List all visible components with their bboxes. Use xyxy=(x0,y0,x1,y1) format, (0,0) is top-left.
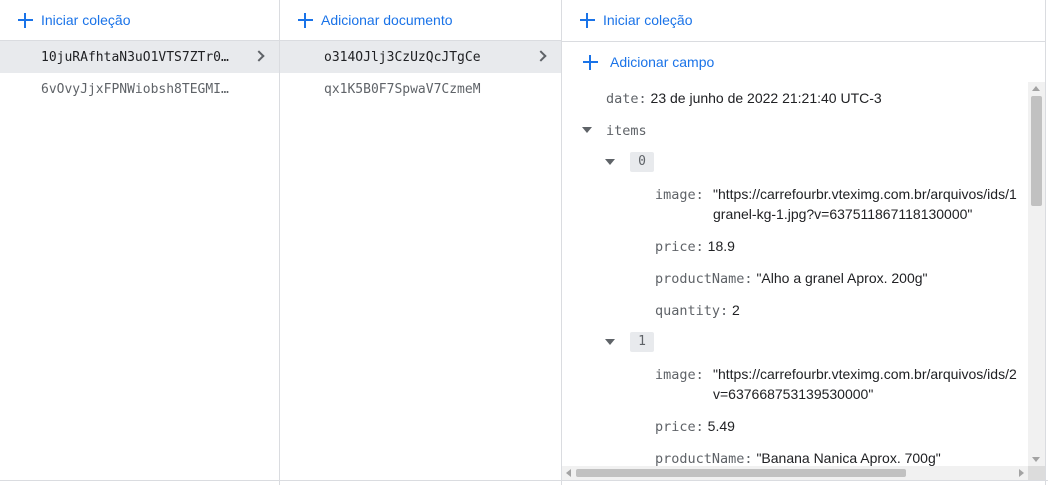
add-field-button[interactable]: Adicionar campo xyxy=(562,42,714,82)
scroll-down-arrow-icon[interactable] xyxy=(1032,457,1040,462)
horizontal-scrollbar[interactable] xyxy=(562,466,1028,480)
field-key: image: xyxy=(655,367,704,383)
collection-list: 10juRAfhtaN3uO1VTS7ZTr0… 6vOvyJjxFPNWiob… xyxy=(0,41,279,105)
field-image-key: image: xyxy=(655,364,704,385)
field-quantity[interactable]: quantity: 2 xyxy=(655,300,740,321)
image-url-line: granel-kg-1.jpg?v=637511867118130000" xyxy=(713,206,973,222)
image-url-line: v=637668753139530000" xyxy=(713,386,874,402)
field-image-key: image: xyxy=(655,184,704,205)
image-url-line: "https://carrefourbr.vteximg.com.br/arqu… xyxy=(713,366,1017,382)
field-tree: date: 23 de junho de 2022 21:21:40 UTC-3… xyxy=(562,82,1028,466)
field-key: price: xyxy=(655,419,704,435)
start-subcollection-label: Iniciar coleção xyxy=(603,12,693,28)
scrollbar-corner xyxy=(1028,466,1045,480)
plus-icon xyxy=(298,12,313,28)
field-value: 2 xyxy=(732,302,740,318)
document-item-selected[interactable]: o314OJlj3CzUzQcJTgCe xyxy=(280,41,561,73)
field-product-name[interactable]: productName: "Alho a granel Aprox. 200g" xyxy=(655,268,928,289)
collection-id: 10juRAfhtaN3uO1VTS7ZTr0… xyxy=(41,49,229,65)
collection-id: 6vOvyJjxFPNWiobsh8TEGMI… xyxy=(41,81,229,97)
field-key: date: xyxy=(606,91,647,107)
image-url-line: "https://carrefourbr.vteximg.com.br/arqu… xyxy=(713,186,1017,202)
field-value: 23 de junho de 2022 21:21:40 UTC-3 xyxy=(650,90,882,106)
document-list: o314OJlj3CzUzQcJTgCe qx1K5B0F7SpwaV7Czme… xyxy=(280,41,561,105)
field-key: image: xyxy=(655,187,704,203)
horizontal-scroll-thumb[interactable] xyxy=(576,469,906,477)
field-price[interactable]: price: 5.49 xyxy=(655,416,735,437)
document-id: o314OJlj3CzUzQcJTgCe xyxy=(324,49,481,65)
plus-icon xyxy=(583,54,598,70)
start-collection-label: Iniciar coleção xyxy=(41,12,131,28)
field-key: productName: xyxy=(655,271,753,287)
field-key: productName: xyxy=(655,451,753,466)
field-value: 18.9 xyxy=(707,238,735,254)
chevron-right-icon xyxy=(253,50,265,62)
chevron-right-icon xyxy=(535,50,547,62)
add-field-label: Adicionar campo xyxy=(610,54,715,70)
array-index: 0 xyxy=(630,152,654,172)
field-price[interactable]: price: 18.9 xyxy=(655,236,735,257)
scroll-left-arrow-icon[interactable] xyxy=(566,469,571,477)
scroll-up-arrow-icon[interactable] xyxy=(1032,86,1040,91)
field-date[interactable]: date: 23 de junho de 2022 21:21:40 UTC-3 xyxy=(606,88,882,109)
vertical-scrollbar[interactable] xyxy=(1028,82,1045,466)
field-value: "Alho a granel Aprox. 200g" xyxy=(756,270,928,286)
field-key: quantity: xyxy=(655,303,729,319)
vertical-scroll-thumb[interactable] xyxy=(1031,96,1042,206)
add-document-label: Adicionar documento xyxy=(321,12,453,28)
collection-item[interactable]: 6vOvyJjxFPNWiobsh8TEGMI… xyxy=(0,73,279,105)
field-value: 5.49 xyxy=(707,418,735,434)
collapse-arrow-icon[interactable] xyxy=(582,127,592,133)
collapse-arrow-icon[interactable] xyxy=(605,159,615,165)
collections-panel: Iniciar coleção 10juRAfhtaN3uO1VTS7ZTr0…… xyxy=(0,0,280,485)
scroll-right-arrow-icon[interactable] xyxy=(1019,469,1024,477)
field-items[interactable]: items xyxy=(606,120,647,141)
plus-icon xyxy=(18,12,33,28)
field-key: items xyxy=(606,123,647,139)
field-image-value[interactable]: "https://carrefourbr.vteximg.com.br/arqu… xyxy=(713,364,1017,404)
documents-panel: Adicionar documento o314OJlj3CzUzQcJTgCe… xyxy=(280,0,562,485)
field-key: price: xyxy=(655,239,704,255)
add-document-button[interactable]: Adicionar documento xyxy=(280,0,453,40)
fields-panel: Iniciar coleção Adicionar campo date: 23… xyxy=(562,0,1046,485)
start-subcollection-button[interactable]: Iniciar coleção xyxy=(562,0,693,40)
array-index: 1 xyxy=(630,332,654,352)
field-value: "Banana Nanica Aprox. 700g" xyxy=(756,450,941,466)
collapse-arrow-icon[interactable] xyxy=(605,339,615,345)
field-image-value[interactable]: "https://carrefourbr.vteximg.com.br/arqu… xyxy=(713,184,1017,224)
plus-icon xyxy=(580,12,595,28)
document-item[interactable]: qx1K5B0F7SpwaV7CzmeM xyxy=(280,73,561,105)
collection-item-selected[interactable]: 10juRAfhtaN3uO1VTS7ZTr0… xyxy=(0,41,279,73)
field-product-name[interactable]: productName: "Banana Nanica Aprox. 700g" xyxy=(655,448,941,466)
bottom-border xyxy=(0,480,1048,481)
document-id: qx1K5B0F7SpwaV7CzmeM xyxy=(324,81,481,97)
start-collection-button[interactable]: Iniciar coleção xyxy=(0,0,131,40)
